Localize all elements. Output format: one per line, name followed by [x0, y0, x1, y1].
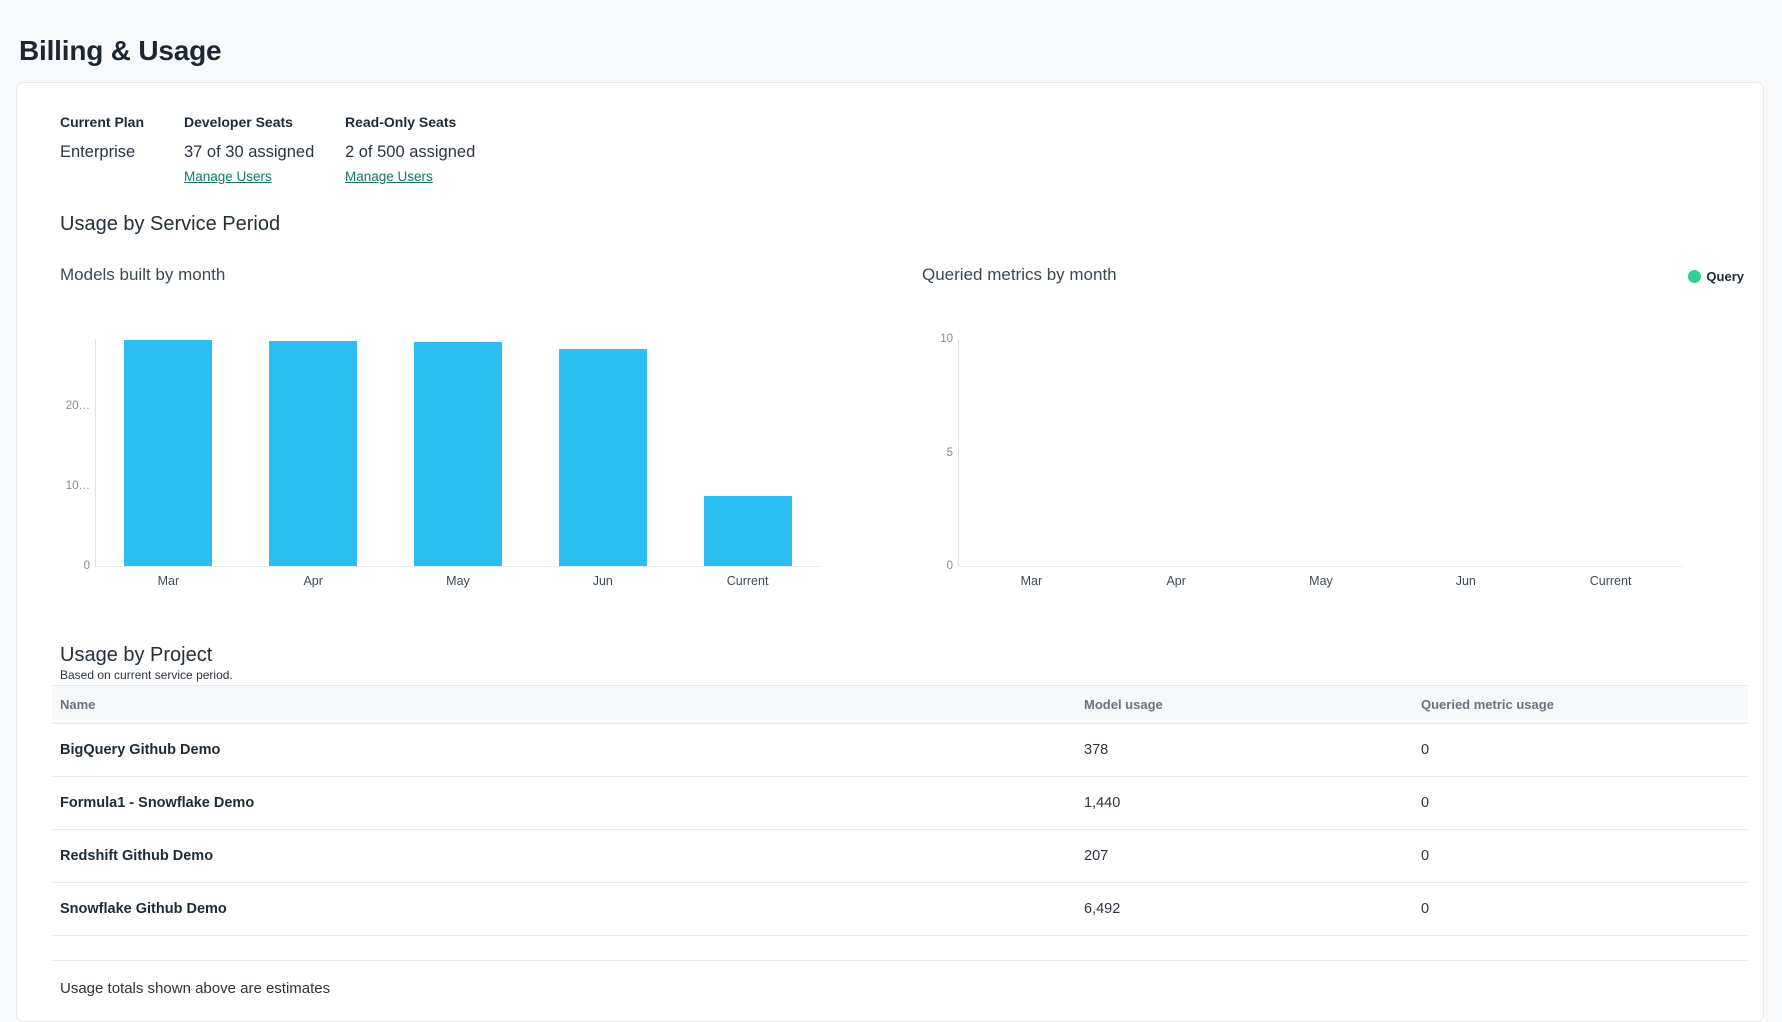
stat-label: Developer Seats: [184, 114, 314, 131]
queried-metrics-chart: 0510MarAprMayJunCurrent: [958, 339, 1683, 567]
query-legend-dot-icon: [1688, 270, 1701, 283]
project-name-cell: Redshift Github Demo: [52, 848, 1084, 864]
queried-usage-cell: 0: [1421, 901, 1748, 917]
usage-period-section-title: Usage by Service Period: [60, 213, 280, 236]
x-axis-label: Apr: [241, 574, 386, 588]
x-axis-label: Current: [1538, 574, 1683, 588]
bar: [269, 341, 357, 566]
models-built-chart: 010…20…MarAprMayJunCurrent: [95, 339, 820, 567]
column-header-queried-usage: Queried metric usage: [1421, 697, 1748, 712]
queried-usage-cell: 0: [1421, 848, 1748, 864]
stat-developer-seats: Developer Seats 37 of 30 assigned Manage…: [184, 114, 314, 186]
queried-usage-cell: 0: [1421, 795, 1748, 811]
model-usage-cell: 378: [1084, 742, 1421, 758]
table-row: Snowflake Github Demo 6,492 0: [52, 883, 1748, 936]
stat-value: Enterprise: [60, 142, 144, 162]
billing-usage-page: { "page": { "title": "Billing & Usage" }…: [0, 0, 1782, 989]
y-axis-tick-label: 10…: [66, 480, 90, 492]
y-axis-tick-label: 0: [84, 560, 90, 572]
page-title: Billing & Usage: [19, 35, 221, 67]
bar: [559, 349, 647, 566]
table-row: Redshift Github Demo 207 0: [52, 830, 1748, 883]
manage-users-link-developer[interactable]: Manage Users: [184, 169, 272, 184]
model-usage-cell: 1,440: [1084, 795, 1421, 811]
column-header-model-usage: Model usage: [1084, 697, 1421, 712]
billing-card: Current Plan Enterprise Developer Seats …: [16, 82, 1764, 1022]
bar: [124, 340, 212, 566]
stat-label: Current Plan: [60, 114, 144, 131]
x-axis-label: May: [386, 574, 531, 588]
column-header-name: Name: [52, 697, 1084, 712]
x-axis-label: Jun: [530, 574, 675, 588]
chart-title-queried-metrics: Queried metrics by month: [922, 265, 1117, 285]
x-axis-label: Apr: [1104, 574, 1249, 588]
x-axis-label: May: [1249, 574, 1394, 588]
project-name-cell: BigQuery Github Demo: [52, 742, 1084, 758]
stat-value: 2 of 500 assigned: [345, 142, 475, 162]
x-axis-label: Jun: [1393, 574, 1538, 588]
y-axis-tick-label: 0: [947, 560, 953, 572]
usage-by-project-table: Name Model usage Queried metric usage Bi…: [52, 685, 1748, 961]
table-footer-spacer: [52, 936, 1748, 961]
usage-project-section-title: Usage by Project: [60, 644, 212, 667]
manage-users-link-readonly[interactable]: Manage Users: [345, 169, 433, 184]
bar: [414, 342, 502, 566]
table-row: Formula1 - Snowflake Demo 1,440 0: [52, 777, 1748, 830]
project-name-cell: Formula1 - Snowflake Demo: [52, 795, 1084, 811]
stat-value: 37 of 30 assigned: [184, 142, 314, 162]
chart-legend[interactable]: Query: [1688, 269, 1744, 284]
stat-label: Read-Only Seats: [345, 114, 475, 131]
x-axis-label: Mar: [959, 574, 1104, 588]
bar: [704, 496, 792, 566]
model-usage-cell: 6,492: [1084, 901, 1421, 917]
y-axis-tick-label: 10: [940, 333, 953, 345]
x-axis-label: Mar: [96, 574, 241, 588]
table-row: BigQuery Github Demo 378 0: [52, 724, 1748, 777]
queried-usage-cell: 0: [1421, 742, 1748, 758]
query-legend-label: Query: [1706, 269, 1744, 284]
chart-title-models-built: Models built by month: [60, 265, 225, 285]
y-axis-tick-label: 5: [947, 447, 953, 459]
stat-readonly-seats: Read-Only Seats 2 of 500 assigned Manage…: [345, 114, 475, 186]
usage-project-subtitle: Based on current service period.: [60, 668, 233, 682]
table-header-row: Name Model usage Queried metric usage: [52, 685, 1748, 724]
model-usage-cell: 207: [1084, 848, 1421, 864]
stat-current-plan: Current Plan Enterprise: [60, 114, 144, 162]
project-name-cell: Snowflake Github Demo: [52, 901, 1084, 917]
y-axis-tick-label: 20…: [66, 400, 90, 412]
table-body: BigQuery Github Demo 378 0 Formula1 - Sn…: [52, 724, 1748, 936]
x-axis-label: Current: [675, 574, 820, 588]
